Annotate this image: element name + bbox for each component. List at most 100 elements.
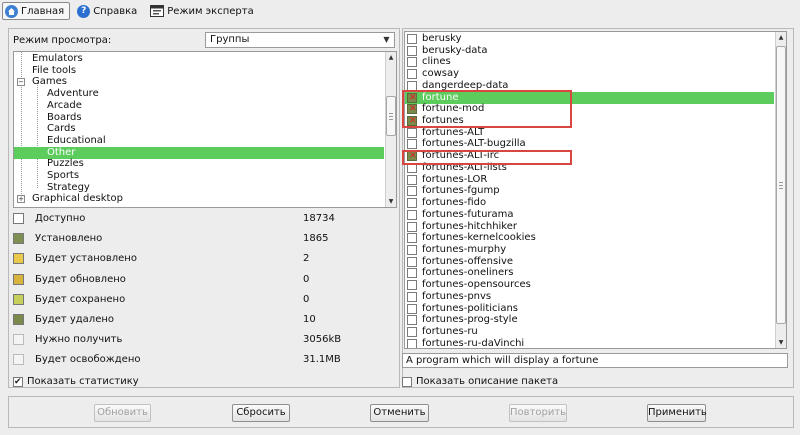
package-row[interactable]: fortunes-ru-daVinchi	[405, 338, 774, 348]
package-row[interactable]: fortunes-fido	[405, 197, 774, 209]
package-row[interactable]: fortunes-hitchhiker	[405, 221, 774, 233]
package-checkbox[interactable]	[407, 57, 417, 68]
package-row[interactable]: fortunes-oneliners	[405, 267, 774, 279]
expert-mode-label: Режим эксперта	[167, 5, 254, 17]
tree-item[interactable]: Strategy	[14, 182, 384, 194]
package-name: fortunes-LOR	[422, 173, 488, 185]
package-row[interactable]: berusky-data	[405, 45, 774, 57]
package-row[interactable]: clines	[405, 56, 774, 68]
tree-item[interactable]: File tools	[14, 65, 384, 77]
package-scrollbar[interactable]: ▲ ▼	[775, 32, 786, 348]
package-checkbox[interactable]	[407, 139, 417, 150]
package-checkbox[interactable]	[407, 268, 417, 279]
tree-item[interactable]: Arcade	[14, 100, 384, 112]
help-label: Справка	[93, 5, 138, 17]
highlight-box	[402, 90, 572, 128]
tree-item[interactable]: Emulators	[14, 53, 384, 65]
apply-button[interactable]: Применить	[647, 404, 707, 422]
group-tree[interactable]: Emulators File tools − Games Adventure Arcade…	[13, 51, 397, 208]
package-row[interactable]: cowsay	[405, 68, 774, 80]
package-checkbox[interactable]	[407, 244, 417, 255]
package-list[interactable]: berusky berusky-data clines cowsay dangerdee…	[404, 31, 787, 349]
expert-mode-button[interactable]: Режим эксперта	[147, 2, 259, 20]
package-row[interactable]: fortunes-pnvs	[405, 291, 774, 303]
update-button[interactable]: Обновить	[94, 404, 151, 422]
tree-item-label: Sports	[47, 170, 80, 181]
tree-item-label: Adventure	[47, 88, 99, 100]
package-row[interactable]: fortunes-offensive	[405, 256, 774, 268]
package-row[interactable]: fortunes-kernelcookies	[405, 232, 774, 244]
package-row[interactable]: berusky	[405, 33, 774, 45]
package-checkbox[interactable]	[407, 186, 417, 197]
tree-item[interactable]: − Games	[14, 76, 384, 88]
package-row[interactable]: fortunes-LOR	[405, 174, 774, 186]
package-checkbox[interactable]	[407, 315, 417, 326]
package-checkbox[interactable]	[407, 221, 417, 232]
scroll-down-icon[interactable]: ▼	[776, 337, 786, 348]
tree-scrollbar[interactable]: ▲ ▼	[385, 52, 396, 207]
tree-item[interactable]: Cards	[14, 123, 384, 135]
package-checkbox[interactable]	[407, 34, 417, 44]
tree-item[interactable]: Puzzles	[14, 158, 384, 170]
tree-item[interactable]: Other	[14, 146, 384, 159]
package-row[interactable]: fortunes-ALT	[405, 127, 774, 139]
help-button[interactable]: ? Справка	[74, 2, 143, 20]
scroll-down-icon[interactable]: ▼	[386, 196, 396, 207]
package-row[interactable]: fortunes-opensources	[405, 279, 774, 291]
tree-scroll-thumb[interactable]	[386, 96, 396, 136]
scroll-up-icon[interactable]: ▲	[386, 52, 396, 63]
stat-label: Будет установлено	[35, 253, 137, 265]
to-remove-icon	[13, 314, 24, 325]
package-checkbox[interactable]	[407, 303, 417, 314]
package-name: fortunes-kernelcookies	[422, 232, 536, 244]
package-checkbox[interactable]	[407, 280, 417, 291]
expand-icon[interactable]: +	[17, 195, 25, 204]
tree-item-label: Strategy	[47, 181, 90, 193]
tree-item-label: Puzzles	[47, 158, 84, 170]
package-checkbox[interactable]	[407, 69, 417, 80]
tree-item[interactable]: Adventure	[14, 88, 384, 100]
view-mode-select[interactable]: Группы ▼	[205, 32, 395, 48]
download-icon	[13, 334, 24, 346]
tree-item[interactable]: Sports	[14, 170, 384, 182]
collapse-icon[interactable]: −	[17, 78, 25, 87]
scroll-up-icon[interactable]: ▲	[776, 32, 786, 43]
tree-item[interactable]: Boards	[14, 112, 384, 124]
to-install-icon	[13, 253, 24, 265]
package-checkbox[interactable]	[407, 198, 417, 209]
show-description-checkbox[interactable]	[402, 377, 412, 387]
show-stats-checkbox[interactable]	[13, 375, 23, 389]
highlight-box	[402, 150, 572, 165]
package-row[interactable]: fortunes-ru	[405, 326, 774, 338]
stat-label: Будет сохранено	[35, 293, 126, 305]
package-name: fortunes-futurama	[422, 208, 514, 220]
tree-item[interactable]: + Graphical desktop	[14, 193, 384, 205]
retry-button[interactable]: Повторить	[509, 404, 567, 422]
to-upgrade-icon	[13, 273, 24, 285]
package-checkbox[interactable]	[407, 338, 417, 348]
tree-item[interactable]: Educational	[14, 135, 384, 147]
package-scroll-thumb[interactable]	[776, 46, 786, 324]
package-checkbox[interactable]	[407, 256, 417, 267]
cancel-button[interactable]: Отменить	[370, 404, 429, 422]
package-row[interactable]: fortunes-fgump	[405, 185, 774, 197]
package-checkbox[interactable]	[407, 127, 417, 138]
package-checkbox[interactable]	[407, 174, 417, 185]
package-checkbox[interactable]	[407, 291, 417, 302]
package-row[interactable]: fortunes-murphy	[405, 244, 774, 256]
package-checkbox[interactable]	[407, 45, 417, 56]
package-checkbox[interactable]	[407, 209, 417, 220]
home-button[interactable]: Главная	[2, 2, 71, 20]
package-row[interactable]: fortunes-prog-style	[405, 314, 774, 326]
tree-item-label: Games	[32, 76, 67, 88]
package-checkbox[interactable]	[407, 233, 417, 244]
package-checkbox[interactable]	[407, 327, 417, 337]
help-icon: ?	[77, 4, 91, 18]
package-description: A program which will display a fortune	[402, 353, 788, 368]
package-name: fortunes-hitchhiker	[422, 220, 518, 232]
package-row[interactable]: fortunes-futurama	[405, 209, 774, 221]
package-row[interactable]: fortunes-politicians	[405, 303, 774, 315]
package-row[interactable]: fortunes-ALT-bugzilla	[405, 138, 774, 150]
reset-button[interactable]: Сбросить	[232, 404, 290, 422]
package-name: fortunes-pnvs	[422, 290, 492, 302]
